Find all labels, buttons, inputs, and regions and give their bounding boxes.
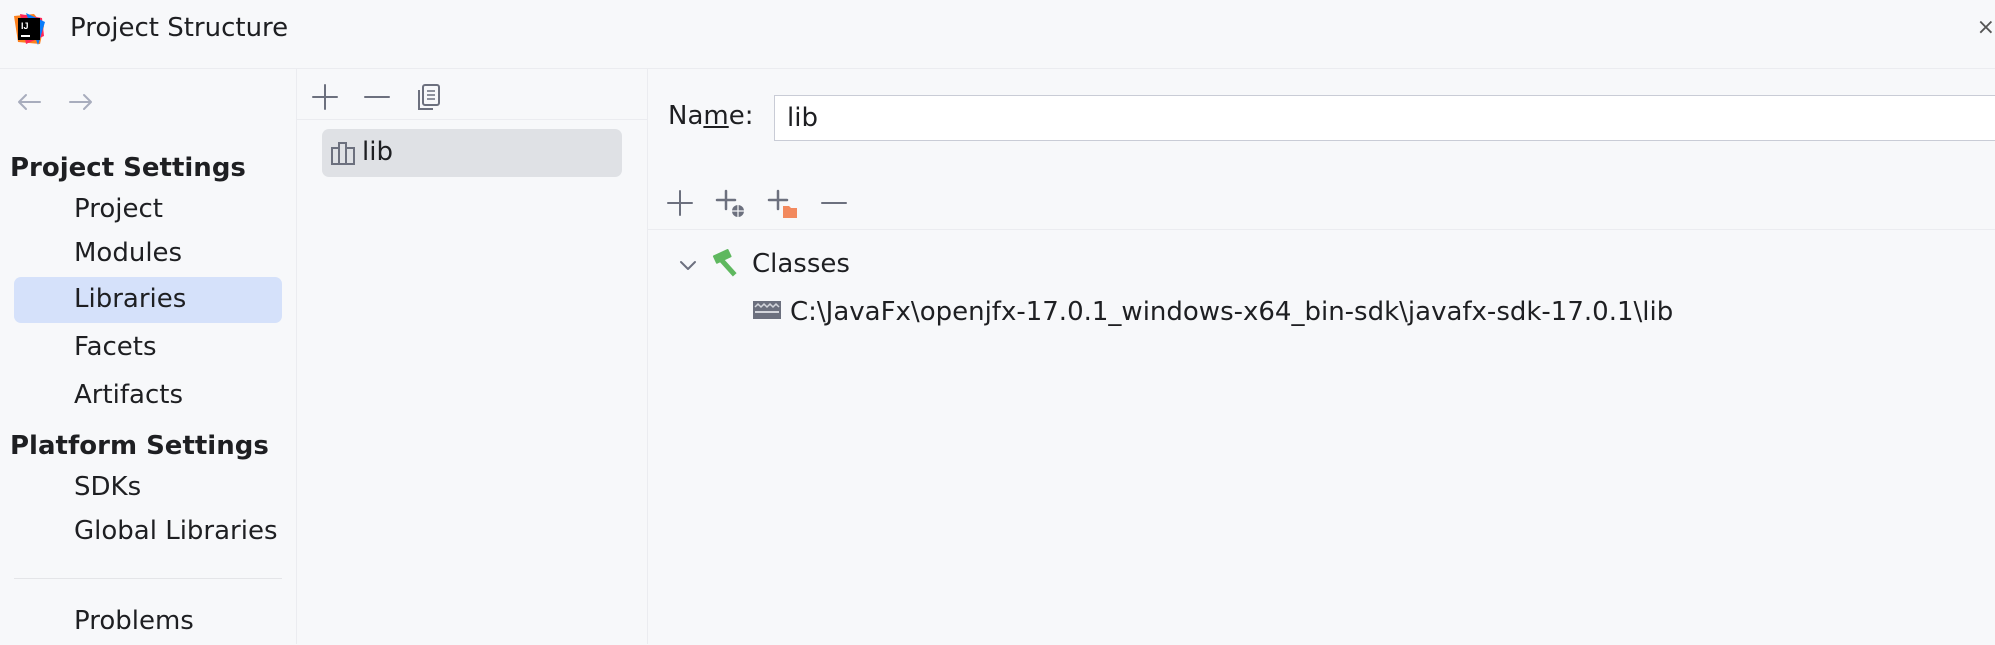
tree-node-class-path[interactable]: C:\JavaFx\openjfx-17.0.1_windows-x64_bin… (790, 297, 1673, 327)
sidebar-item-label: Project (74, 194, 163, 224)
remove-icon[interactable] (359, 79, 395, 115)
add-folder-icon[interactable] (764, 185, 800, 221)
window-title: Project Structure (70, 13, 289, 43)
classes-toolbar (648, 179, 1995, 230)
sidebar-item-label: Artifacts (74, 380, 184, 410)
add-icon[interactable] (307, 79, 343, 115)
tree-node-classes[interactable]: Classes (752, 249, 850, 279)
libraries-list-pane: lib (297, 69, 648, 644)
library-list-item[interactable]: lib (322, 129, 622, 177)
sidebar-item-global-libraries[interactable]: Global Libraries (14, 509, 282, 555)
sidebar-item-project[interactable]: Project (14, 187, 282, 233)
sidebar-item-label: Modules (74, 238, 183, 268)
name-label: Name: (668, 101, 753, 131)
library-label: lib (362, 137, 393, 167)
sidebar-item-sdks[interactable]: SDKs (14, 465, 282, 511)
copy-icon[interactable] (411, 79, 447, 115)
forward-arrow-icon[interactable] (66, 87, 96, 117)
title-bar: IJ Project Structure ⨯ (0, 0, 1995, 69)
settings-navigation: Project Settings Project Modules Librari… (0, 69, 297, 644)
add-url-icon[interactable] (712, 185, 748, 221)
remove-icon[interactable] (816, 185, 852, 221)
svg-text:IJ: IJ (21, 21, 29, 31)
sidebar-item-label: SDKs (74, 472, 142, 502)
chevron-down-icon[interactable] (676, 253, 700, 277)
intellij-logo-icon: IJ (14, 13, 45, 45)
sidebar-item-facets[interactable]: Facets (14, 325, 282, 371)
sidebar-item-label: Libraries (74, 284, 187, 314)
library-name-input[interactable] (774, 95, 1995, 141)
sidebar-item-problems[interactable]: Problems (14, 599, 282, 645)
name-label-part: Na (668, 101, 704, 131)
library-icon (331, 142, 355, 165)
hammer-icon (712, 248, 737, 277)
libraries-toolbar (297, 69, 647, 120)
back-arrow-icon[interactable] (14, 87, 44, 117)
sidebar-item-artifacts[interactable]: Artifacts (14, 373, 282, 419)
sidebar-item-libraries[interactable]: Libraries (14, 277, 282, 323)
platform-settings-header: Platform Settings (10, 431, 269, 461)
sidebar-item-label: Facets (74, 332, 157, 362)
sidebar-separator (14, 578, 282, 579)
sidebar-item-label: Problems (74, 606, 194, 636)
sidebar-item-modules[interactable]: Modules (14, 231, 282, 277)
name-label-mnemonic: m (703, 101, 729, 131)
jar-directory-icon (753, 301, 781, 319)
library-details-pane: Name: Classes C:\JavaFx\openjfx-17.0.1 (648, 69, 1995, 644)
sidebar-item-label: Global Libraries (74, 516, 278, 546)
project-settings-header: Project Settings (10, 153, 246, 183)
add-icon[interactable] (662, 185, 698, 221)
close-icon[interactable]: ⨯ (1977, 15, 1995, 40)
name-label-part: e: (728, 101, 754, 131)
